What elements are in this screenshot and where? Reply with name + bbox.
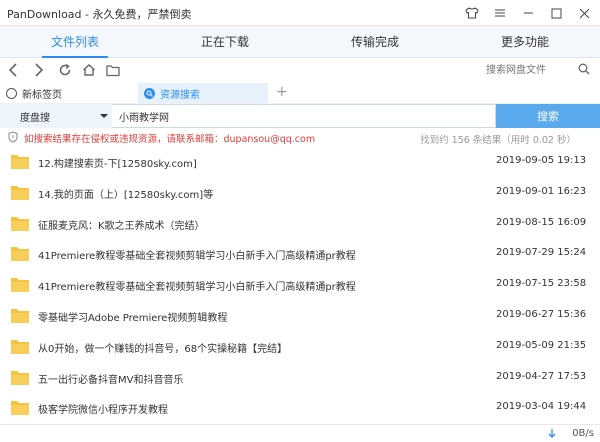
menu-icon[interactable] (486, 0, 514, 26)
shirt-icon[interactable] (458, 0, 486, 26)
browser-tab-new[interactable]: 新标签页 (6, 83, 62, 103)
notice-bar: 如搜索结果存在侵权或违规资源，请联系邮箱：dupansou@qq.com 找到约… (0, 128, 600, 148)
title-bar: PanDownload - 永久免费，严禁倒卖 (0, 0, 600, 26)
folder-icon (11, 186, 29, 200)
search-files-input[interactable] (470, 61, 594, 79)
tab-label: 更多功能 (500, 35, 549, 49)
folder-icon (11, 340, 29, 354)
close-icon[interactable] (570, 0, 598, 26)
search-bar: 度盘搜 搜索 (0, 104, 600, 128)
folder-icon (11, 278, 29, 292)
folder-icon (11, 401, 29, 415)
result-date: 2019-07-15 23:58 (496, 278, 587, 289)
result-count: 找到约 156 条结果（用时 0.02 秒） (420, 135, 576, 146)
tab-downloading[interactable]: 正在下载 (150, 26, 300, 58)
result-date: 2019-09-01 16:23 (496, 186, 587, 197)
result-row[interactable]: 41Premiere教程零基础全套视频剪辑学习小白新手入门高级精通pr教程 201… (0, 240, 600, 268)
result-name: 征服麦克风：K歌之王养成术（完结） (38, 221, 205, 232)
chevron-left-icon (8, 63, 17, 77)
result-name: 12.构建搜索页-下[12580sky.com] (38, 159, 197, 170)
home-icon (83, 64, 95, 76)
tab-more[interactable]: 更多功能 (450, 26, 600, 58)
result-date: 2019-06-27 15:36 (496, 309, 587, 320)
caret-down-icon (100, 114, 108, 118)
result-date: 2019-04-27 17:53 (496, 371, 587, 382)
shield-icon (8, 130, 18, 146)
download-arrow-icon (548, 428, 556, 442)
tab-file-list[interactable]: 文件列表 (0, 26, 150, 58)
status-bar: 0B/s (0, 424, 600, 442)
minimize-icon[interactable] (514, 0, 542, 26)
search-button[interactable]: 搜索 (496, 104, 600, 128)
result-list: 12.构建搜索页-下[12580sky.com] 2019-09-05 19:13… (0, 148, 600, 424)
download-speed: 0B/s (572, 428, 594, 439)
browser-tabs: 新标签页 资源搜索 + (0, 82, 600, 104)
search-circle-icon (144, 87, 155, 99)
result-date: 2019-09-05 19:13 (496, 155, 587, 166)
window-controls (458, 0, 598, 26)
result-row[interactable]: 五一出行必备抖音MV和抖音音乐 2019-04-27 17:53 (0, 364, 600, 392)
globe-icon (6, 87, 17, 99)
result-name: 从0开始，做一个赚钱的抖音号，68个实操秘籍【完结】 (38, 344, 288, 355)
new-folder-button[interactable] (104, 60, 122, 80)
tab-label: 传输完成 (350, 35, 399, 49)
tab-label: 正在下载 (200, 35, 249, 49)
back-button[interactable] (4, 60, 22, 80)
result-date: 2019-03-04 19:44 (496, 401, 587, 412)
tab-label: 文件列表 (50, 35, 99, 49)
result-date: 2019-08-15 16:09 (496, 217, 587, 228)
folder-icon (11, 371, 29, 385)
result-name: 41Premiere教程零基础全套视频剪辑学习小白新手入门高级精通pr教程 (38, 282, 356, 293)
result-name: 14.我的页面（上）[12580sky.com]等 (38, 190, 214, 201)
folder-icon (11, 309, 29, 323)
result-row[interactable]: 零基础学习Adobe Premiere视频剪辑教程 2019-06-27 15:3… (0, 302, 600, 330)
search-engine-label: 度盘搜 (20, 112, 50, 124)
result-row[interactable]: 14.我的页面（上）[12580sky.com]等 2019-09-01 16:2… (0, 179, 600, 207)
tab-completed[interactable]: 传输完成 (300, 26, 450, 58)
browser-tab-label: 新标签页 (22, 89, 62, 101)
result-row[interactable]: 41Premiere教程零基础全套视频剪辑学习小白新手入门高级精通pr教程 201… (0, 271, 600, 299)
app-title: PanDownload - 永久免费，严禁倒卖 (7, 8, 192, 21)
browser-tab-label: 资源搜索 (160, 89, 200, 101)
result-date: 2019-07-29 15:24 (496, 247, 587, 258)
nav-toolbar (0, 58, 600, 82)
folder-icon (11, 155, 29, 169)
folder-icon (11, 217, 29, 231)
result-row[interactable]: 12.构建搜索页-下[12580sky.com] 2019-09-05 19:13 (0, 148, 600, 176)
result-row[interactable]: 征服麦克风：K歌之王养成术（完结） 2019-08-15 16:09 (0, 210, 600, 238)
main-tabs: 文件列表 正在下载 传输完成 更多功能 (0, 26, 600, 58)
forward-button[interactable] (30, 60, 48, 80)
search-engine-select[interactable]: 度盘搜 (0, 104, 112, 128)
folder-add-icon (105, 64, 120, 76)
result-row[interactable]: 极客学院微信小程序开发教程 2019-03-04 19:44 (0, 394, 600, 422)
home-button[interactable] (80, 60, 98, 80)
result-date: 2019-05-09 21:35 (496, 340, 587, 351)
refresh-icon (59, 63, 71, 76)
add-tab-button[interactable]: + (276, 84, 288, 100)
copyright-warning: 如搜索结果存在侵权或违规资源，请联系邮箱：dupansou@qq.com (24, 134, 316, 145)
keyword-input[interactable] (112, 104, 496, 128)
browser-tab-search[interactable]: 资源搜索 (138, 83, 268, 103)
result-name: 极客学院微信小程序开发教程 (38, 405, 168, 416)
result-name: 五一出行必备抖音MV和抖音音乐 (38, 375, 184, 386)
result-row[interactable]: 从0开始，做一个赚钱的抖音号，68个实操秘籍【完结】 2019-05-09 21:… (0, 333, 600, 361)
refresh-button[interactable] (56, 60, 74, 80)
folder-icon (11, 247, 29, 261)
result-name: 零基础学习Adobe Premiere视频剪辑教程 (38, 313, 228, 324)
result-name: 41Premiere教程零基础全套视频剪辑学习小白新手入门高级精通pr教程 (38, 251, 356, 262)
chevron-right-icon (35, 63, 44, 77)
maximize-icon[interactable] (542, 0, 570, 26)
